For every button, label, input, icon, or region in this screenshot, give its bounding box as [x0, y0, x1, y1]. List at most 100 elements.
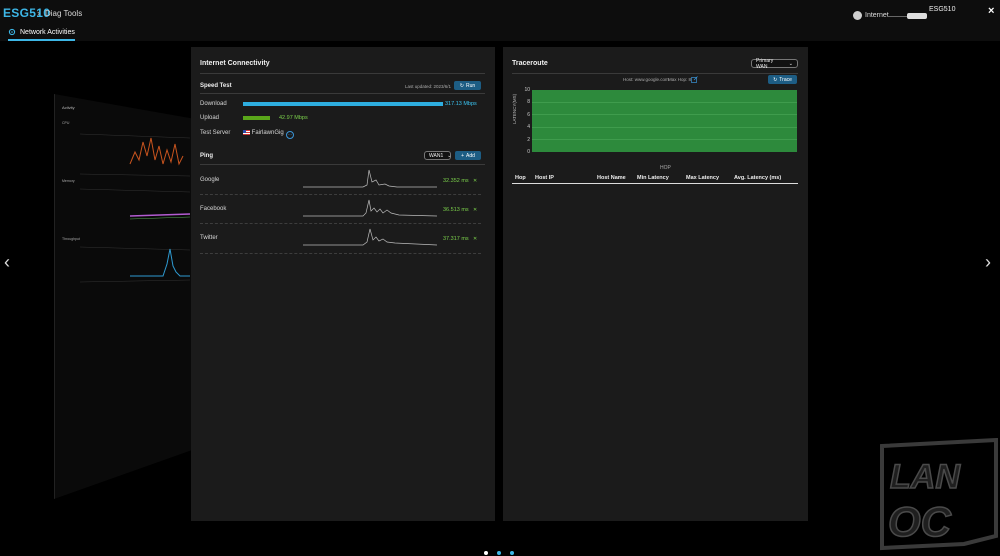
- column-hop[interactable]: Hop: [515, 175, 526, 181]
- remove-icon[interactable]: ✕: [473, 178, 477, 184]
- svg-text:OC: OC: [888, 498, 952, 545]
- upload-value: 42.97 Mbps: [279, 115, 308, 121]
- y-tick: 8: [527, 99, 530, 106]
- test-server[interactable]: FairlawnGig: [243, 130, 284, 136]
- divider: [200, 164, 485, 165]
- divider: [200, 194, 481, 195]
- gridline: [532, 127, 797, 128]
- panel-title: Traceroute: [512, 60, 548, 67]
- upload-label: Upload: [200, 115, 220, 121]
- x-axis-label: HOP: [660, 165, 671, 171]
- column-min-latency[interactable]: Min Latency: [637, 175, 669, 181]
- run-button[interactable]: ↻ Run: [454, 81, 481, 90]
- upload-bar: [243, 116, 270, 120]
- ping-sparkline: [303, 169, 437, 188]
- us-flag-icon: [243, 130, 250, 135]
- close-button[interactable]: ×: [988, 5, 994, 17]
- server-name: FairlawnGig: [251, 130, 284, 137]
- lanoc-watermark-logo: LAN OC: [880, 438, 998, 551]
- tab-network-activities[interactable]: Network Activities: [8, 27, 75, 41]
- refresh-icon: ↻: [773, 76, 778, 83]
- add-label: Add: [466, 152, 475, 159]
- side-title: Activity: [62, 105, 75, 110]
- y-tick: 6: [527, 111, 530, 118]
- add-ping-button[interactable]: + Add: [455, 151, 481, 160]
- speed-test-label: Speed Test: [200, 83, 232, 89]
- ping-wan-select[interactable]: WAN1 ⌄: [424, 151, 451, 160]
- ping-target-name: Facebook: [200, 206, 227, 212]
- chevron-down-icon: ⌄: [788, 60, 793, 67]
- gridline: [532, 139, 797, 140]
- download-label: Download: [200, 101, 227, 107]
- last-updated: Last updated: 2023/6/1: [405, 84, 452, 89]
- side-section-memory: Memory: [62, 179, 75, 183]
- ping-target-name: Twitter: [200, 235, 218, 241]
- ping-sparkline: [303, 199, 437, 217]
- y-axis-label: LATENCY(MS): [512, 93, 517, 124]
- ping-value: 36.513 ms: [443, 207, 469, 213]
- gridline: [532, 114, 797, 115]
- wan-value: Primary WAN: [756, 57, 774, 70]
- y-tick: 4: [527, 124, 530, 131]
- top-bar: ESG510 › Diag Tools Network Activities I…: [0, 0, 1000, 41]
- divider: [200, 253, 481, 254]
- edit-icon[interactable]: [691, 76, 698, 83]
- divider: [200, 93, 485, 94]
- column-host-name[interactable]: Host Name: [597, 175, 626, 181]
- divider: [512, 73, 798, 74]
- next-arrow-icon[interactable]: ›: [985, 252, 991, 273]
- carousel-dot[interactable]: [510, 551, 514, 555]
- device-label: ESG510: [929, 6, 956, 13]
- divider: [200, 223, 481, 224]
- globe-icon: [853, 11, 862, 20]
- column-host-ip[interactable]: Host IP: [535, 175, 554, 181]
- more-icon[interactable]: ···: [286, 131, 294, 139]
- trace-button[interactable]: ↻ Trace: [768, 75, 797, 84]
- gridline: [532, 102, 797, 103]
- internet-connectivity-panel: Internet Connectivity Speed Test Last up…: [191, 47, 495, 521]
- chevron-right-icon: ›: [37, 8, 40, 18]
- latency-chart-area: [532, 90, 797, 152]
- download-bar: [243, 102, 443, 106]
- panel-title: Internet Connectivity: [200, 60, 270, 67]
- tab-label: Network Activities: [20, 28, 75, 36]
- prev-arrow-icon[interactable]: ‹: [4, 252, 10, 273]
- column-avg-latency[interactable]: Avg. Latency (ms): [734, 175, 781, 181]
- activity-graphs: Activity CPU Memory Throughput: [62, 105, 191, 283]
- y-tick: 0: [527, 148, 530, 155]
- trace-max-hop: Max Hop: 8: [668, 77, 692, 82]
- side-section-throughput: Throughput: [62, 237, 80, 241]
- test-server-label: Test Server: [200, 130, 231, 136]
- remove-icon[interactable]: ✕: [473, 236, 477, 242]
- internet-label: Internet: [865, 12, 889, 19]
- divider: [200, 73, 485, 74]
- ping-label: Ping: [200, 153, 213, 159]
- y-axis-ticks: 10 8 6 4 2 0: [524, 87, 530, 155]
- carousel-dot[interactable]: [484, 551, 488, 555]
- trace-host-info: Host: www.google.com: [623, 77, 669, 82]
- traceroute-panel: Traceroute Primary WAN ⌄ Host: www.googl…: [503, 47, 808, 521]
- activity-side-panel[interactable]: Activity CPU Memory Throughput: [54, 94, 191, 499]
- gear-icon: [8, 28, 16, 36]
- wan-value: WAN1: [429, 152, 444, 159]
- download-value: 317.13 Mbps: [445, 101, 477, 107]
- refresh-icon: ↻: [459, 82, 464, 89]
- ping-target-name: Google: [200, 177, 220, 183]
- run-label: Run: [466, 82, 476, 89]
- carousel-dots: [484, 551, 514, 555]
- router-icon: [907, 13, 927, 19]
- remove-icon[interactable]: ✕: [473, 207, 477, 213]
- table-header-divider: [512, 183, 798, 184]
- traceroute-wan-select[interactable]: Primary WAN ⌄: [751, 57, 798, 70]
- connection-line: [887, 16, 909, 17]
- trace-label: Trace: [779, 76, 792, 83]
- carousel-dot[interactable]: [497, 551, 501, 555]
- svg-text:LAN: LAN: [890, 458, 961, 496]
- y-tick: 10: [524, 87, 530, 93]
- chevron-down-icon: ⌄: [447, 152, 452, 159]
- brand-title[interactable]: ESG510: [3, 6, 50, 20]
- ping-value: 32.352 ms: [443, 178, 469, 184]
- side-section-cpu: CPU: [62, 121, 70, 125]
- breadcrumb[interactable]: Diag Tools: [45, 9, 82, 18]
- column-max-latency[interactable]: Max Latency: [686, 175, 719, 181]
